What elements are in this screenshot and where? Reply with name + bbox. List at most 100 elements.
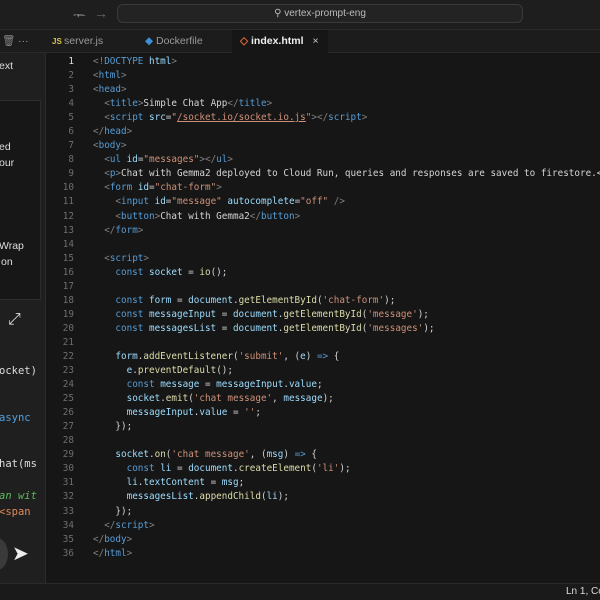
code-token: script: [115, 519, 149, 531]
code-line: <html>: [93, 69, 600, 83]
code-token: socket: [115, 449, 149, 461]
code-line: });: [93, 505, 600, 519]
code-token: getElementById: [283, 322, 362, 334]
code-token: form: [109, 182, 138, 194]
tab-index-html[interactable]: ◇ index.html ×: [232, 30, 328, 53]
panel-text-fragment: our: [0, 157, 15, 169]
line-number: 19: [62, 308, 74, 320]
cursor-position[interactable]: Ln 1, Col 1: [566, 586, 600, 597]
line-number: 13: [62, 224, 74, 236]
line-number: 32: [62, 491, 74, 503]
code-token: src: [149, 112, 166, 124]
code-token: =: [204, 477, 222, 489]
code-token: const: [115, 322, 149, 334]
command-search-box[interactable]: ⚲ vertex-prompt-eng: [117, 4, 523, 23]
tab-server-js[interactable]: JS server.js: [44, 30, 134, 53]
code-line: form.addEventListener('submit', (e) => {: [93, 350, 600, 364]
code-token: , (: [249, 449, 267, 461]
code-token: 'submit': [238, 350, 284, 362]
code-token: );: [423, 322, 435, 334]
arrow-right-icon[interactable]: →: [94, 5, 108, 21]
line-number: 20: [62, 322, 74, 334]
code-token: head: [104, 126, 127, 138]
code-token: const: [115, 266, 149, 278]
line-number: 14: [62, 238, 74, 250]
code-token: Chat with Gemma2: [160, 210, 250, 222]
code-line: <button>Chat with Gemma2</button>: [93, 210, 600, 224]
line-number: 3: [68, 84, 74, 96]
code-token: {: [328, 350, 340, 362]
close-tab-icon[interactable]: ×: [312, 35, 318, 47]
more-actions-icon[interactable]: ···: [10, 30, 29, 53]
code-token: addEventListener: [143, 350, 233, 362]
code-token: li: [160, 463, 172, 475]
code-token: ();: [216, 365, 233, 377]
code-token: "off": [300, 196, 329, 208]
code-editor[interactable]: 1 2 3 4 5 6 7 8 9 10 11 12 13 14 15 16 17 18 19 20 21 22 23 24 2…: [46, 53, 600, 583]
search-icon: ⚲: [274, 8, 285, 19]
code-token: >: [361, 112, 368, 124]
code-content[interactable]: <!DOCTYPE html> <html> <head> <title>Simpl…: [93, 55, 600, 561]
code-token: , (: [283, 350, 301, 362]
code-token: =: [216, 322, 233, 334]
code-token: msg: [221, 477, 239, 489]
line-number: 8: [68, 154, 74, 166]
line-number: 25: [62, 393, 74, 405]
mic-button[interactable]: [0, 538, 8, 570]
code-token: head: [98, 84, 121, 96]
code-token: 'message': [367, 308, 418, 320]
code-token: "chat-form": [154, 182, 217, 194]
arrow-left-icon[interactable]: ←: [74, 5, 88, 21]
code-token: value: [288, 379, 317, 391]
search-text: vertex-prompt-eng: [284, 8, 366, 19]
code-token: script: [328, 112, 362, 124]
code-line: <body>: [93, 139, 600, 153]
code-line: </head>: [93, 125, 600, 139]
code-token: getElementById: [238, 294, 317, 306]
panel-text-fragment: on: [1, 256, 13, 268]
code-token: </: [93, 533, 105, 545]
line-number: 16: [62, 266, 74, 278]
send-icon[interactable]: ➤: [12, 541, 29, 566]
line-number: 18: [62, 294, 74, 306]
code-token: title: [238, 98, 267, 110]
code-token: =: [171, 463, 189, 475]
line-number: 7: [68, 140, 74, 152]
panel-text-fragment: ext: [0, 60, 14, 72]
line-number: 33: [62, 505, 74, 517]
code-token: createElement: [238, 463, 312, 475]
line-number: 1: [68, 56, 74, 67]
code-token: =: [199, 379, 217, 391]
tab-dockerfile[interactable]: ◆ Dockerfile: [137, 30, 227, 53]
expand-icon[interactable]: ⤢: [8, 311, 21, 329]
code-token: ): [283, 449, 295, 461]
code-token: button: [121, 210, 155, 222]
code-token: =: [216, 308, 233, 320]
code-token: );: [384, 294, 396, 306]
code-token: on: [154, 449, 166, 461]
code-token: =>: [294, 449, 306, 461]
code-token: socket: [148, 266, 183, 278]
code-token: >: [121, 140, 127, 152]
code-token: html: [104, 547, 127, 559]
code-token: /socket.io/socket.io.js: [177, 112, 306, 124]
code-token: </: [93, 126, 105, 138]
code-token: const: [115, 294, 149, 306]
code-token: id: [137, 182, 150, 194]
code-token: Chat with Gemma2 deployed to Cloud Run, …: [121, 168, 600, 180]
code-token: form: [115, 224, 138, 236]
code-token: ;: [255, 407, 261, 419]
line-number: 22: [62, 350, 74, 362]
